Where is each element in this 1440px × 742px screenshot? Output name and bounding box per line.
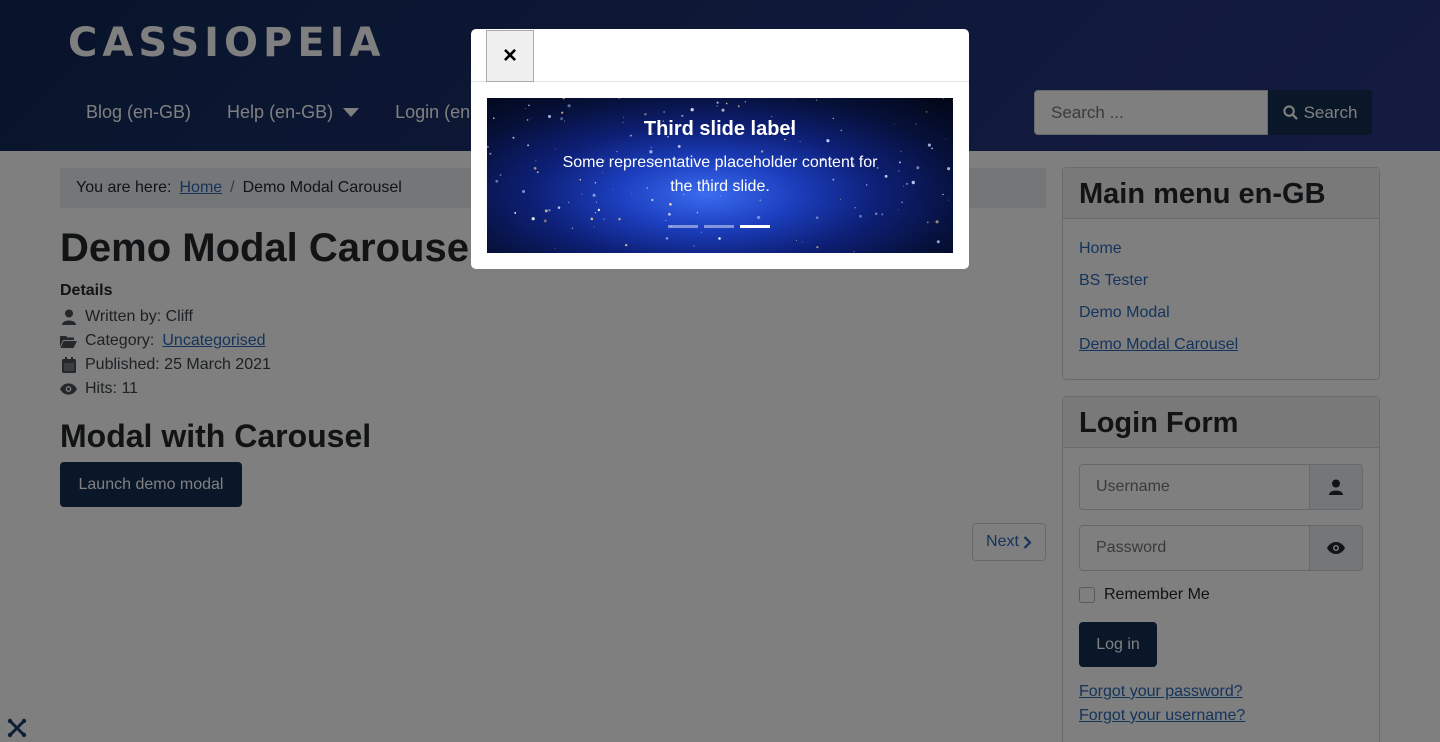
close-button[interactable]: ×: [486, 29, 534, 82]
modal-header: ×: [471, 29, 969, 82]
slide-title: Third slide label: [643, 118, 797, 140]
close-icon: ×: [502, 41, 517, 69]
carousel-modal: × Third slide label Some representative …: [471, 29, 969, 269]
carousel-indicator[interactable]: [704, 225, 734, 228]
slide-text: Some representative placeholder content …: [562, 154, 878, 195]
carousel-indicators: [668, 225, 770, 228]
carousel[interactable]: Third slide label Some representative pl…: [487, 98, 953, 253]
carousel-indicator[interactable]: [740, 225, 770, 228]
carousel-indicator[interactable]: [668, 225, 698, 228]
slide-caption: Third slide label Some representative pl…: [487, 118, 953, 199]
